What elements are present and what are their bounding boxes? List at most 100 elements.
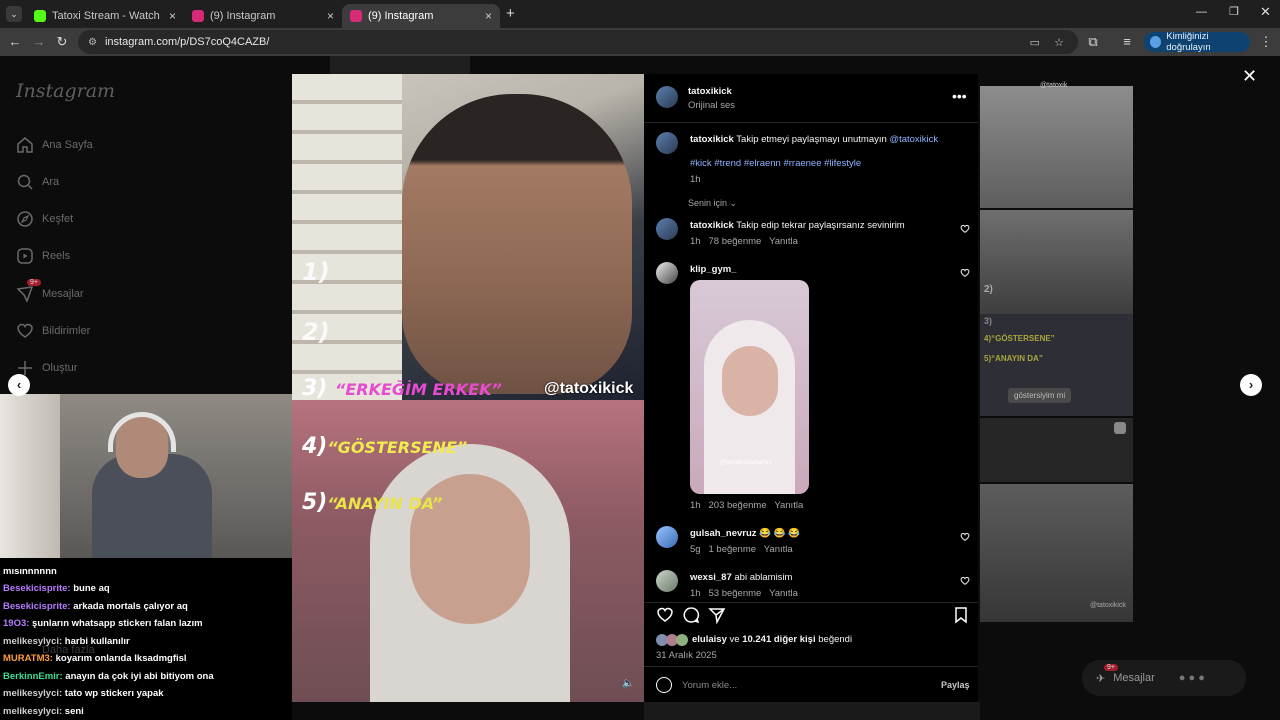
comment-meta: 5g 1 beğenme Yanıtla [690,544,793,555]
headphones [108,412,176,452]
chat-message: mısınnnnnn [3,566,57,577]
comment-sort-dropdown[interactable]: Senin için ⌄ [688,198,737,209]
close-tab-icon[interactable]: × [169,9,176,23]
media-control-icon[interactable]: ≡ [1117,32,1137,52]
tab-kick-stream[interactable]: Tatoxi Stream - Watch Live on K × [26,4,184,28]
sidebar-item-home[interactable]: Ana Sayfa [16,136,93,154]
author-username[interactable]: tatoxikick [688,86,732,97]
comment-avatar[interactable] [656,262,678,284]
sidebar-item-explore[interactable]: Keşfet [16,210,73,228]
comment-text: gulsah_nevruz 😂 😂 😂 [690,528,800,539]
feed-thumbnail[interactable]: @tatoxik [980,82,1133,208]
sidebar-item-label: Ana Sayfa [42,139,93,151]
header-divider [644,122,978,123]
thumbnail-overlay-text: 4)“GÖSTERSENE” [984,334,1055,343]
list-number-1: 1) [302,258,330,286]
previous-post-button[interactable]: ‹ [8,374,30,396]
instagram-favicon-icon [350,10,362,22]
reply-button[interactable]: Yanıtla [774,500,803,511]
reply-button[interactable]: Yanıtla [769,588,798,599]
save-bookmark-icon[interactable] [952,606,970,624]
caption-hashtags[interactable]: #kick #trend #elraenn #rraenee #lifestyl… [690,158,861,169]
tab-title: (9) Instagram [210,10,276,22]
comment-like-heart-icon[interactable] [960,268,970,278]
menu-kebab-icon[interactable]: ⋮ [1256,32,1276,52]
feed-thumbnail[interactable]: @tatoxikick [980,484,1133,622]
close-window-button[interactable]: ✕ [1260,4,1271,20]
site-info-icon[interactable]: ⚙ [88,37,97,48]
liked-by-text[interactable]: elulaisy ve 10.241 diğer kişi beğendi [692,634,852,645]
comment-like-heart-icon[interactable] [960,532,970,542]
reply-button[interactable]: Yanıtla [764,544,793,555]
comment-bubble-icon[interactable] [682,606,700,624]
caption-avatar[interactable] [656,132,678,154]
tab-search-button[interactable]: ⌄ [6,6,22,22]
sidebar-item-label: Ara [42,176,60,188]
sidebar-more-ghost: Daha fazla [42,644,95,656]
minimize-window-button[interactable]: — [1196,6,1207,18]
comment-avatar[interactable] [656,218,678,240]
next-post-button[interactable]: › [1240,374,1262,396]
comment-username[interactable]: klip_gym_ [690,264,736,275]
new-tab-button[interactable]: + [506,5,515,22]
tab-title: Tatoxi Stream - Watch Live on K [52,10,163,22]
mention-link[interactable]: @tatoxikick [889,134,938,145]
extensions-icon[interactable]: ⧉ [1083,32,1103,52]
verify-identity-button[interactable]: Kimliğinizi doğrulayın [1144,31,1250,53]
sidebar-item-label: Mesajlar [42,288,84,300]
comment-avatar[interactable] [656,526,678,548]
feed-thumbnail[interactable] [980,418,1133,482]
tab-instagram-2[interactable]: (9) Instagram × [342,4,500,28]
comment-meta: 1h 78 beğenme Yanıtla [690,236,798,247]
search-icon [16,173,34,191]
post-video-bottom-frame[interactable]: 4)“GÖSTERSENE” 5)“ANAYIN DA” 🔈 [292,400,644,702]
messages-label: Mesajlar [1113,672,1155,684]
bookmark-star-icon[interactable]: ☆ [1054,36,1064,49]
cast-icon[interactable]: ▭ [1030,36,1040,49]
sidebar-item-label: Bildirimler [42,325,91,337]
address-bar[interactable]: ⚙ instagram.com/p/DS7coQ4CAZB/ ▭ ☆ [78,30,1078,54]
comment-input[interactable]: Yorum ekle... [682,680,737,691]
sidebar-item-create[interactable]: Oluştur [16,359,77,377]
like-heart-icon[interactable] [656,606,674,624]
author-avatar[interactable] [656,86,678,108]
comment-like-heart-icon[interactable] [960,224,970,234]
caption-text: tatoxikick Takip etmeyi paylaşmayı unutm… [690,134,939,145]
share-paper-plane-icon[interactable] [708,606,726,624]
thumbnail-overlay-text: 2) [984,284,993,295]
tab-instagram-1[interactable]: (9) Instagram × [184,4,342,28]
emoji-picker-icon[interactable] [656,677,672,693]
sidebar-item-messages[interactable]: 9+ Mesajlar [16,279,84,303]
close-modal-icon[interactable]: ✕ [1242,66,1257,87]
thumbnail-watermark: @tatoxikick [1090,602,1126,609]
instagram-logo[interactable]: Instagram [16,80,115,102]
instagram-page: Instagram Ana Sayfa Ara Keşfet Reels 9+ … [0,56,1280,720]
audio-label[interactable]: Orijinal ses [688,100,735,111]
reply-button[interactable]: Yanıtla [769,236,798,247]
shelves [292,74,402,400]
maximize-window-button[interactable]: ❐ [1229,5,1239,18]
profile-icon [1150,36,1162,48]
sidebar-item-reels[interactable]: Reels [16,247,70,265]
close-tab-icon[interactable]: × [327,9,334,23]
feed-thumbnail[interactable]: 2) [980,210,1133,314]
close-tab-icon[interactable]: × [485,9,492,23]
comment-like-heart-icon[interactable] [960,576,970,586]
volume-icon[interactable]: 🔈 [622,678,634,689]
stream-webcam-overlay [0,394,292,558]
messages-floating-button[interactable]: ✈ 9+ Mesajlar ● ● ● [1082,660,1246,696]
sidebar-item-label: Oluştur [42,362,78,374]
back-arrow-icon[interactable]: ← [5,32,25,52]
more-options-icon[interactable]: ••• [952,88,967,104]
forward-arrow-icon[interactable]: → [29,32,49,52]
post-video-top-frame[interactable]: 1) 2) 3) “ERKEĞİM ERKEK” @tatoxikick [292,74,644,400]
sidebar-item-notifications[interactable]: Bildirimler [16,322,90,340]
sidebar-item-search[interactable]: Ara [16,173,59,191]
list-item-4: 4)“GÖSTERSENE” [302,434,468,459]
feed-thumbnail[interactable]: 3) 4)“GÖSTERSENE” 5)“ANAYIN DA” göstersi… [980,314,1133,416]
comment-avatar[interactable] [656,570,678,592]
post-comment-button[interactable]: Paylaş [941,680,970,690]
reload-icon[interactable]: ↻ [52,32,72,52]
comment-sticker-image[interactable]: @kendinatlamamm [690,280,809,494]
comment-text: tatoxikick Takip edip tekrar paylaşırsan… [690,220,905,231]
